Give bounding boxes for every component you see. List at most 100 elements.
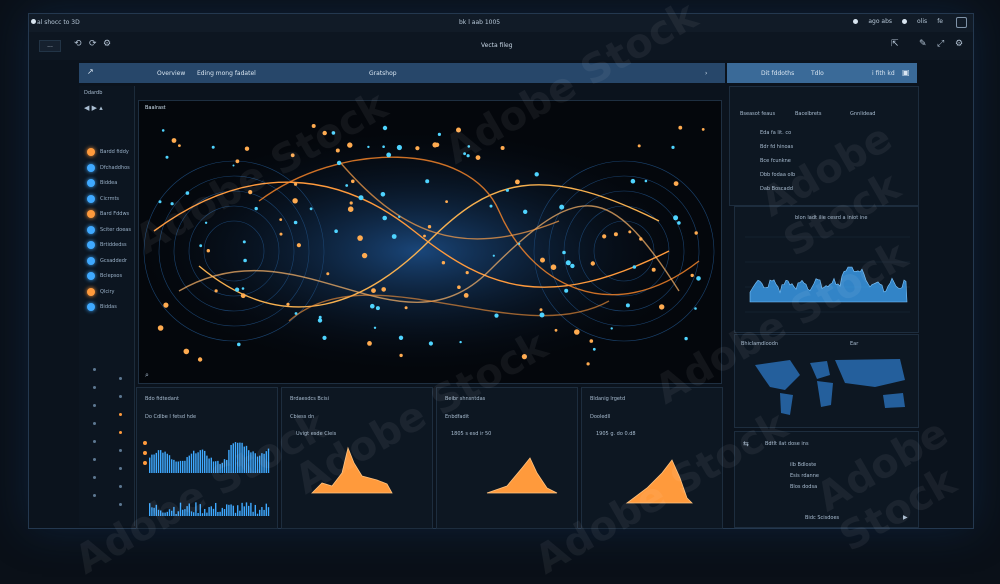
network-node <box>428 341 433 346</box>
network-node <box>613 232 618 237</box>
bar <box>193 450 195 473</box>
close-window-button[interactable] <box>956 17 967 28</box>
tab-overview[interactable]: Overview <box>157 70 185 77</box>
sidebar-item[interactable]: Biddea <box>87 179 117 187</box>
right-tab[interactable]: Bacelbrets <box>795 111 821 117</box>
sidebar-marker-dot <box>119 431 122 434</box>
network-node <box>347 142 353 148</box>
bar <box>265 451 267 473</box>
window-center-text: bk l aab 1005 <box>459 19 501 26</box>
waveform-panel: blon ladt ilie cesrd a iniot ine <box>734 206 919 333</box>
sidebar-item[interactable]: Cicrmts <box>87 194 119 203</box>
network-node <box>694 231 698 235</box>
network-node <box>684 336 688 341</box>
metric-card[interactable]: Beibr shnsntdas Enbdfadit 1805 s esd ir 50 <box>436 387 578 529</box>
bar <box>263 453 265 473</box>
settings-icon[interactable]: ⚙ <box>103 39 111 49</box>
bar <box>230 504 232 516</box>
network-node <box>244 146 250 151</box>
window-status: ago abs olis fe <box>853 18 943 25</box>
network-node <box>351 179 355 184</box>
pin-icon[interactable]: ⤢ <box>937 39 944 49</box>
network-node <box>659 304 665 310</box>
bar <box>217 511 219 516</box>
right-tab-3[interactable]: i fith kd <box>872 70 895 77</box>
right-row-label[interactable]: Eda fa lit. co <box>760 130 791 136</box>
share-icon[interactable]: ⇱ <box>891 39 899 49</box>
right-tab[interactable]: Gnnlidead <box>850 111 875 117</box>
sidebar-item[interactable]: Biddas <box>87 303 117 311</box>
bar <box>250 502 252 516</box>
sidebar-item-icon <box>87 256 95 265</box>
tab-gratshop[interactable]: Gratshop <box>369 70 397 77</box>
right-tab-1[interactable]: Dit fddoths <box>761 70 794 77</box>
network-node <box>463 293 469 298</box>
bar <box>217 460 219 473</box>
sidebar-tools-icon[interactable]: ◀ ▶ ▴ <box>84 104 103 112</box>
bar <box>212 508 215 516</box>
play-icon[interactable]: ▶ <box>903 514 908 521</box>
menu-button[interactable]: ... <box>39 40 61 52</box>
network-node <box>625 303 630 308</box>
metric-card[interactable]: Bldanig lrgetd Dooledll 1905 g. do 0.d8 <box>581 387 723 529</box>
camera-icon[interactable]: ▣ <box>902 68 910 77</box>
metric-card[interactable]: Brdaesdcs Bcisi Cbiess dn Uvigt esde Cleis <box>281 387 433 529</box>
bar <box>267 448 270 473</box>
right-row-label[interactable]: Bce fcunkne <box>760 158 791 164</box>
sidebar-item[interactable]: Bard Fddws <box>87 210 129 218</box>
right-row-label[interactable]: Dab Boscadd <box>760 186 793 192</box>
bar <box>186 457 188 473</box>
bar <box>197 452 199 473</box>
network-node <box>336 160 342 166</box>
sidebar-item[interactable]: Brtiddedss <box>87 241 127 249</box>
edit-icon[interactable]: ✎ <box>919 39 927 49</box>
sidebar-top-label: Ddardb <box>84 90 103 96</box>
network-node <box>178 144 181 147</box>
right-tab-2[interactable]: Tdlo <box>811 70 824 77</box>
sidebar-marker-dot <box>93 422 96 425</box>
sidebar-item-icon <box>87 179 95 187</box>
header-chevron-icon[interactable]: › <box>705 70 707 77</box>
sidebar-item[interactable]: Qlciry <box>87 287 115 296</box>
sidebar-item-label: Qlciry <box>100 288 115 295</box>
sidebar-item[interactable]: Bclepsos <box>87 272 122 280</box>
right-tab[interactable]: Bseasot feaus <box>740 111 775 117</box>
network-node <box>357 235 363 241</box>
sidebar-item[interactable]: Gcsaddedr <box>87 256 127 265</box>
bar <box>252 451 254 473</box>
sidebar-item[interactable]: Bardd fiddy <box>87 148 129 156</box>
sidebar-item[interactable]: Dfchaddhos <box>87 163 130 172</box>
zoom-icon[interactable]: ⌕ <box>145 371 149 380</box>
bottom-panel-footer: Bidc Scisdoes <box>805 515 840 521</box>
back-icon[interactable]: ⟲ <box>74 39 82 49</box>
network-node <box>235 159 240 164</box>
more-icon[interactable]: ⚙ <box>955 39 963 49</box>
bar <box>171 510 173 516</box>
network-node <box>290 153 295 158</box>
bar <box>248 505 250 516</box>
network-node <box>466 154 470 158</box>
right-row-label[interactable]: Bdr fd hinoas <box>760 144 793 150</box>
network-node <box>434 142 440 147</box>
tab-edit[interactable]: Eding mong fadatel <box>197 70 256 77</box>
document-title: Vecta fileg <box>481 42 513 49</box>
bar <box>223 509 226 516</box>
refresh-icon[interactable]: ⟳ <box>89 39 97 49</box>
network-node <box>518 242 521 245</box>
right-row-label[interactable]: Dbb fodaa olb <box>760 172 795 178</box>
nav-arrow-icon[interactable]: ↗ <box>87 67 94 76</box>
left-sidebar: Ddardb ◀ ▶ ▴ Bardd fiddy Dfchaddhos Biddea… <box>79 86 135 526</box>
network-node <box>241 287 245 290</box>
network-node <box>673 181 679 186</box>
toolbar: ... ⟲ ⟳ ⚙ Vecta fileg ⇱ ✎ ⤢ ⚙ <box>29 32 973 60</box>
sidebar-item-icon <box>87 225 95 234</box>
sidebar-marker-dot <box>119 395 122 398</box>
sidebar-item-icon <box>87 148 95 156</box>
metric-card[interactable]: Bdo fidtedant Do Cdlbe I fetsd hde <box>136 387 278 529</box>
network-node <box>515 179 520 185</box>
network-node <box>539 312 545 318</box>
network-map-panel[interactable]: Baalrast ⌕ <box>138 100 722 384</box>
sidebar-item[interactable]: Sciter doeas <box>87 225 131 234</box>
network-node <box>423 234 426 238</box>
bar <box>201 513 204 516</box>
